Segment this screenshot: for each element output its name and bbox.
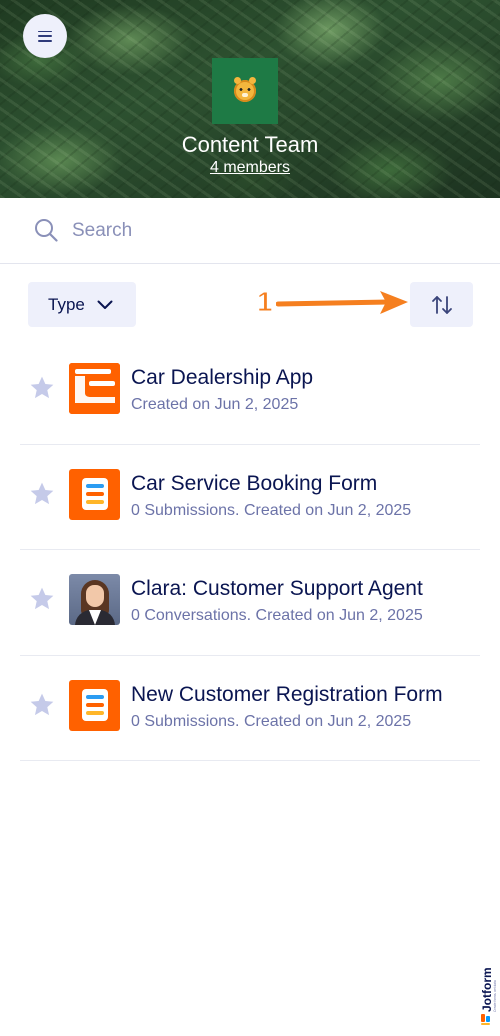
team-name: Content Team	[181, 132, 319, 157]
search-icon	[35, 219, 58, 242]
tiger-icon	[234, 77, 256, 102]
item-subtitle: 0 Submissions. Created on Jun 2, 2025	[131, 501, 412, 519]
item-title: Car Dealership App	[131, 366, 314, 389]
item-subtitle: 0 Submissions. Created on Jun 2, 2025	[131, 712, 412, 730]
svg-text:Jotform: Jotform	[480, 967, 494, 1012]
team-header: Content Team 4 members	[0, 0, 500, 198]
agent-avatar	[69, 574, 120, 625]
list-item[interactable]: New Customer Registration Form 0 Submiss…	[20, 656, 480, 761]
annotation-arrow	[276, 291, 408, 314]
team-avatar	[212, 58, 278, 124]
sort-arrows-icon	[431, 295, 452, 314]
item-title: Car Service Booking Form	[131, 471, 378, 495]
item-subtitle: 0 Conversations. Created on Jun 2, 2025	[131, 607, 423, 624]
svg-text:Create forms. get data: Create forms. get data	[493, 980, 496, 1012]
sort-button[interactable]	[410, 282, 473, 327]
item-subtitle: Created on Jun 2, 2025	[131, 396, 299, 413]
form-icon	[69, 468, 120, 520]
search-placeholder: Search	[72, 220, 133, 241]
chevron-down-icon	[97, 300, 113, 309]
list-item[interactable]: Car Dealership App Created on Jun 2, 202…	[20, 339, 480, 445]
list-item[interactable]: Clara: Customer Support Agent 0 Conversa…	[20, 550, 480, 656]
star-icon[interactable]	[29, 481, 55, 507]
jotform-logo: Jotform Create forms. get data	[480, 967, 496, 1025]
members-link[interactable]: 4 members	[0, 159, 500, 177]
list-item[interactable]: Car Service Booking Form 0 Submissions. …	[20, 445, 480, 550]
hamburger-icon	[38, 30, 52, 42]
app-icon	[69, 363, 120, 414]
type-filter-label: Type	[48, 294, 85, 314]
menu-button[interactable]	[23, 14, 67, 58]
star-icon[interactable]	[29, 375, 55, 401]
star-icon[interactable]	[29, 586, 55, 612]
annotation-number: 1	[257, 286, 274, 318]
type-filter-button[interactable]: Type	[28, 282, 136, 327]
item-title: New Customer Registration Form	[131, 682, 443, 706]
form-icon	[69, 679, 120, 731]
item-title: Clara: Customer Support Agent	[131, 577, 423, 600]
star-icon[interactable]	[29, 692, 55, 718]
search-input[interactable]: Search	[0, 198, 500, 264]
assets-list: Car Dealership App Created on Jun 2, 202…	[20, 339, 480, 761]
